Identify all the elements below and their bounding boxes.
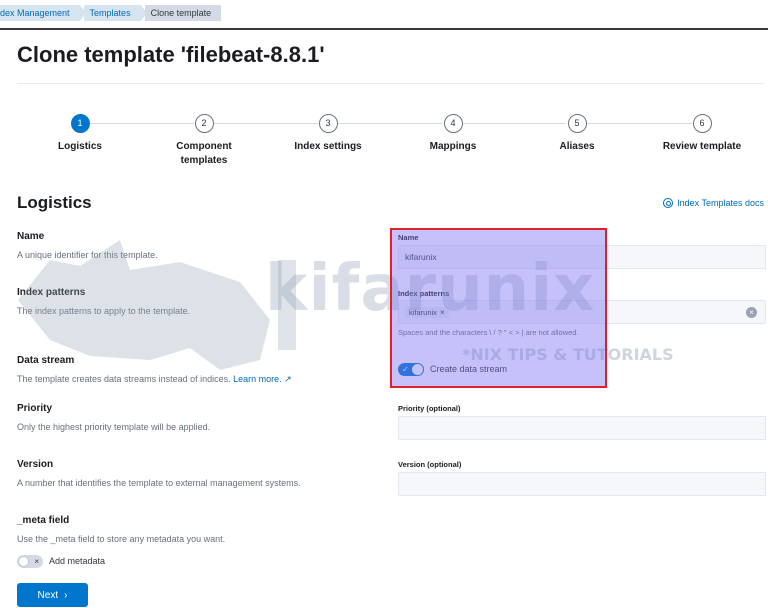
breadcrumb-templates[interactable]: Templates <box>83 5 147 21</box>
index-patterns-description: The index patterns to apply to the templ… <box>17 306 191 316</box>
step-mappings[interactable]: 4 Mappings <box>393 114 513 154</box>
section-title: Logistics <box>17 193 92 212</box>
priority-field-label: Priority (optional) <box>398 404 461 413</box>
priority-title: Priority <box>17 403 53 414</box>
data-stream-description: The template creates data streams instea… <box>17 374 292 385</box>
index-templates-docs-link[interactable]: Index Templates docs <box>663 198 764 208</box>
step-aliases[interactable]: 5 Aliases <box>517 114 637 154</box>
priority-input[interactable] <box>398 416 766 440</box>
step-number: 6 <box>692 114 712 133</box>
step-index-settings[interactable]: 3 Index settings <box>268 114 388 154</box>
breadcrumb-index-management[interactable]: dex Management <box>0 5 86 21</box>
version-description: A number that identifies the template to… <box>17 478 301 488</box>
chevron-right-icon: › <box>64 589 68 601</box>
step-number: 5 <box>567 114 587 133</box>
top-bar: dex Management Templates Clone template <box>0 0 768 30</box>
switch-knob <box>18 556 29 567</box>
step-logistics[interactable]: 1 Logistics <box>20 114 140 154</box>
name-description: A unique identifier for this template. <box>17 250 158 260</box>
docs-link-label: Index Templates docs <box>677 198 764 208</box>
step-label: Review template <box>662 141 742 152</box>
index-patterns-title: Index patterns <box>17 287 86 298</box>
step-label: Component templates <box>176 141 232 166</box>
clear-icon[interactable]: × <box>746 307 757 318</box>
learn-more-link[interactable]: Learn more. <box>233 374 282 384</box>
step-component-templates[interactable]: 2 Component templates <box>144 114 264 168</box>
highlight-box <box>390 228 607 388</box>
version-title: Version <box>17 459 54 470</box>
breadcrumb-clone-template: Clone template <box>144 5 222 21</box>
page-title: Clone template 'filebeat-8.8.1' <box>17 42 325 67</box>
external-link-icon: ↗ <box>284 374 292 384</box>
steps-navigator: 1 Logistics 2 Component templates 3 Inde… <box>0 114 768 174</box>
step-number: 1 <box>70 114 90 133</box>
meta-field-title: _meta field <box>17 515 70 526</box>
data-stream-title: Data stream <box>17 355 75 366</box>
help-icon <box>663 198 674 208</box>
data-stream-desc-text: The template creates data streams instea… <box>17 374 231 384</box>
step-number: 2 <box>194 114 214 133</box>
version-input[interactable] <box>398 472 766 496</box>
name-title: Name <box>17 231 45 242</box>
step-number: 3 <box>318 114 338 133</box>
step-review-template[interactable]: 6 Review template <box>642 114 762 154</box>
version-field-label: Version (optional) <box>398 460 462 469</box>
priority-description: Only the highest priority template will … <box>17 422 211 432</box>
meta-field-description: Use the _meta field to store any metadat… <box>17 534 226 544</box>
step-label: Index settings <box>294 141 362 152</box>
step-label: Logistics <box>58 141 102 152</box>
add-metadata-switch[interactable]: × <box>17 555 43 568</box>
breadcrumb: dex Management Templates Clone template <box>0 5 225 21</box>
next-button[interactable]: Next › <box>17 583 88 607</box>
step-number: 4 <box>443 114 463 133</box>
next-button-label: Next <box>37 589 59 601</box>
add-metadata-label: Add metadata <box>49 556 106 566</box>
cross-icon: × <box>34 557 39 566</box>
step-label: Mappings <box>429 141 477 152</box>
title-divider <box>17 83 765 84</box>
step-label: Aliases <box>559 141 595 152</box>
